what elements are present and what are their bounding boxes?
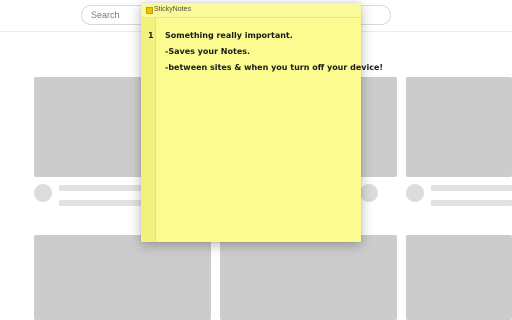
note-line: -between sites & when you turn off your … xyxy=(165,63,384,72)
avatar xyxy=(34,184,52,202)
card-thumbnail[interactable] xyxy=(34,235,211,320)
card-title-placeholder xyxy=(431,185,512,191)
line-number-gutter xyxy=(141,18,156,242)
sticky-note-titlebar[interactable]: StickyNotes xyxy=(141,3,361,18)
card-subtitle-placeholder xyxy=(431,200,512,206)
note-line: -Saves your Notes. xyxy=(165,47,251,56)
line-number: 1 xyxy=(148,31,154,40)
sticky-note-window[interactable]: StickyNotes 1 Something really important… xyxy=(141,3,383,242)
avatar xyxy=(360,184,378,202)
search-placeholder: Search xyxy=(91,10,120,20)
sticky-note-icon xyxy=(146,7,153,14)
note-line: Something really important. xyxy=(165,31,293,40)
sticky-note-app-title: StickyNotes xyxy=(154,6,191,13)
card-thumbnail[interactable] xyxy=(406,77,512,177)
card-subtitle-placeholder xyxy=(59,200,141,206)
card-thumbnail[interactable] xyxy=(406,235,512,320)
card-thumbnail[interactable] xyxy=(220,235,397,320)
avatar xyxy=(406,184,424,202)
